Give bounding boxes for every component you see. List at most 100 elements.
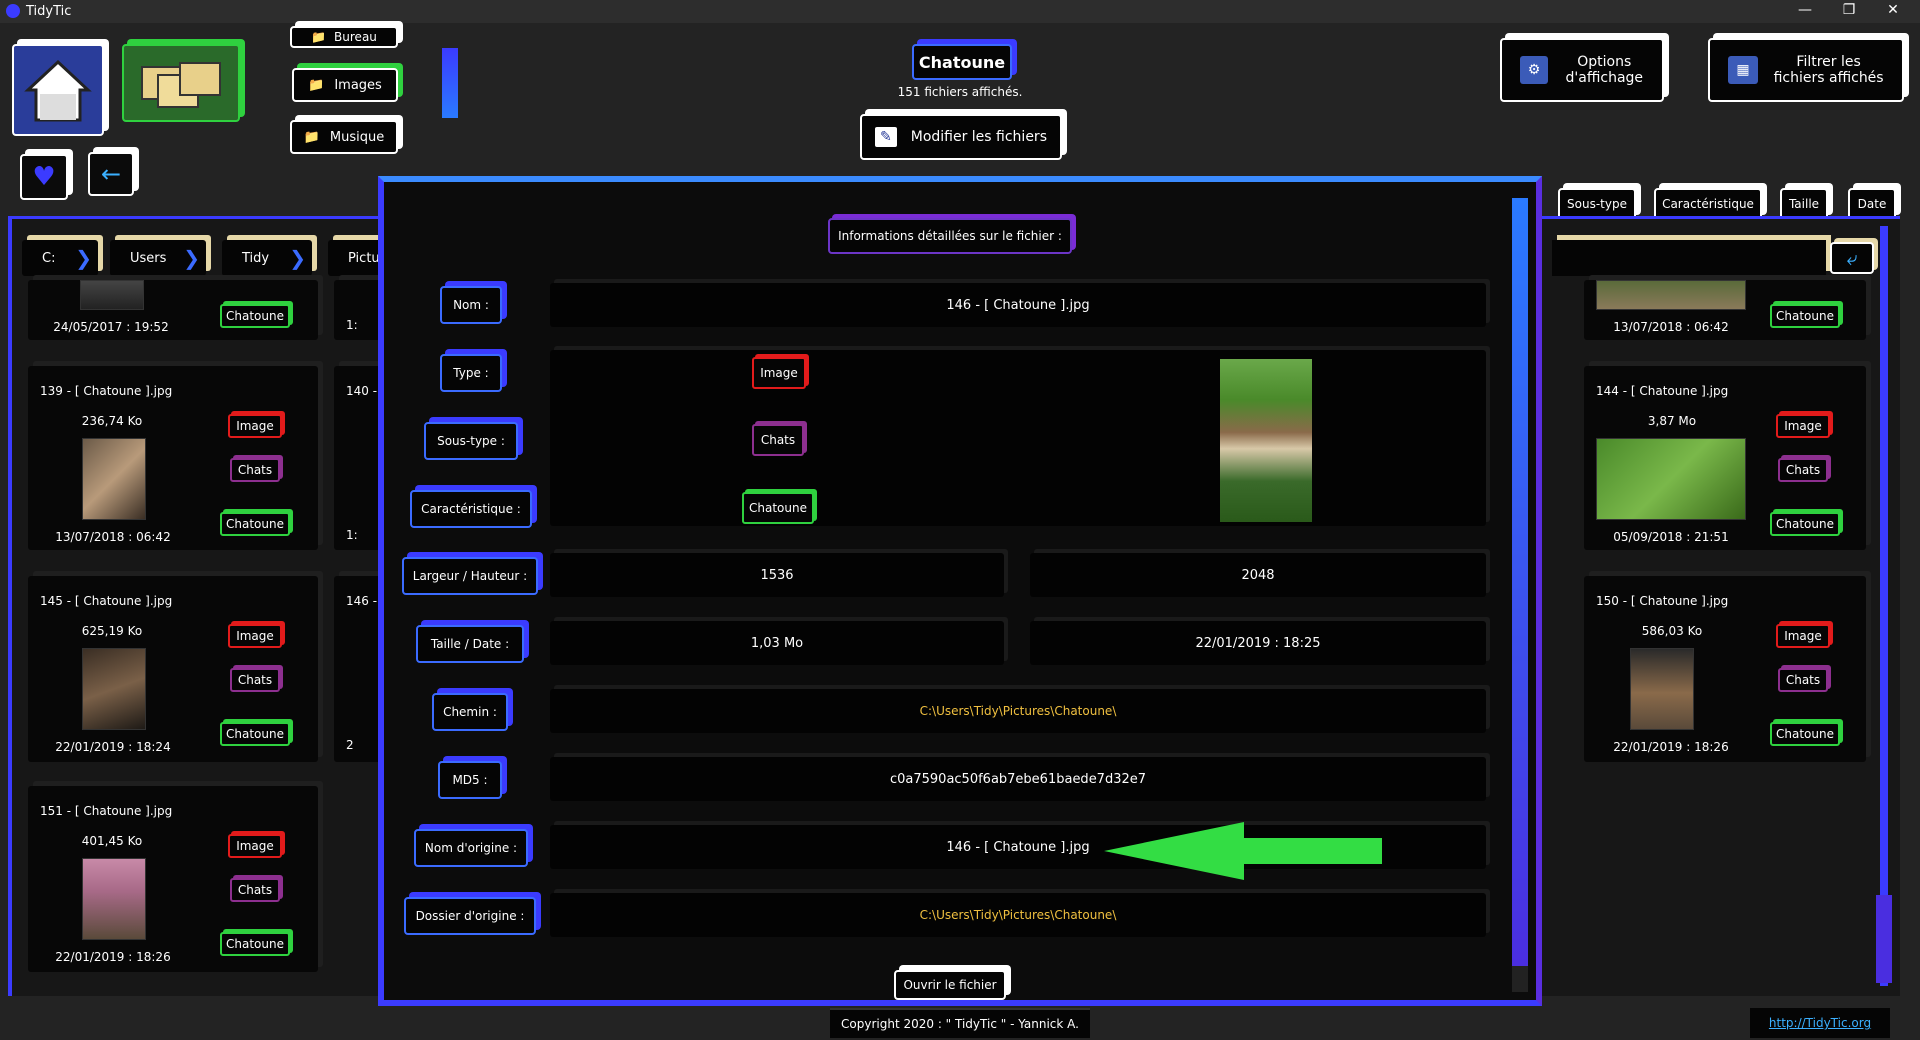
label-subtype: Sous-type :: [424, 422, 518, 460]
tag-feature[interactable]: Chatoune: [220, 932, 290, 956]
dialog-scrollbar[interactable]: [1512, 198, 1528, 966]
dialog-title: Informations détaillées sur le fichier :: [828, 218, 1072, 254]
tag-type[interactable]: Image: [1776, 414, 1830, 438]
value-height: 2048: [1030, 553, 1486, 597]
card-filename: 151 - [ Chatoune ].jpg: [40, 804, 173, 818]
home-icon: [24, 59, 92, 122]
folder-desktop-button[interactable]: 📁 Bureau: [290, 26, 398, 48]
file-card[interactable]: 24/05/2017 : 19:52 Chatoune: [28, 280, 318, 340]
tag-type[interactable]: Image: [228, 834, 282, 858]
file-card[interactable]: 145 - [ Chatoune ].jpg 625,19 Ko 22/01/2…: [28, 576, 318, 762]
restore-icon[interactable]: ❐: [1834, 2, 1864, 18]
value-subtype[interactable]: Chats: [752, 424, 804, 456]
filter-icon: ▦: [1728, 56, 1758, 84]
footer-copyright: Copyright 2020 : " TidyTic " - Yannick A…: [830, 1008, 1090, 1038]
filter-files-label: Filtrer les fichiers affichés: [1773, 54, 1884, 86]
breadcrumb-item[interactable]: Tidy ❯: [222, 240, 312, 276]
title-bar: TidyTic — ❐ ✕: [0, 0, 1920, 23]
minimize-icon[interactable]: —: [1790, 2, 1820, 18]
card-date: 1:: [346, 318, 358, 332]
tag-type[interactable]: Image: [228, 414, 282, 438]
website-link[interactable]: http://TidyTic.org: [1750, 1008, 1890, 1038]
chevron-right-icon: ❯: [183, 246, 200, 270]
folders-view-button[interactable]: [122, 44, 240, 122]
label-path: Chemin :: [432, 693, 508, 731]
breadcrumb-item[interactable]: Users ❯: [110, 240, 206, 276]
folder-music-button[interactable]: 📁 Musique: [290, 120, 398, 154]
card-filename: 150 - [ Chatoune ].jpg: [1596, 594, 1729, 608]
breadcrumb-label: Pictu: [348, 250, 380, 266]
folder-scrollbar[interactable]: [442, 48, 458, 118]
dialog-scrollbar-track: [1512, 966, 1528, 992]
open-file-button[interactable]: Ouvrir le fichier: [894, 970, 1006, 1000]
thumbnail-image: [80, 280, 144, 310]
thumbnail-image: [82, 438, 146, 520]
close-icon[interactable]: ✕: [1878, 2, 1908, 18]
tag-feature[interactable]: Chatoune: [220, 512, 290, 536]
label-md5: MD5 :: [438, 761, 502, 799]
card-filename: 144 - [ Chatoune ].jpg: [1596, 384, 1729, 398]
search-path-bar[interactable]: [1552, 240, 1826, 276]
tag-subtype[interactable]: Chats: [230, 668, 280, 692]
file-card[interactable]: 151 - [ Chatoune ].jpg 401,45 Ko 22/01/2…: [28, 786, 318, 972]
tag-type[interactable]: Image: [228, 624, 282, 648]
tag-feature[interactable]: Chatoune: [1770, 304, 1840, 328]
label-feature: Caractéristique :: [410, 490, 532, 528]
card-size: 236,74 Ko: [81, 414, 143, 428]
tag-feature[interactable]: Chatoune: [1770, 512, 1840, 536]
label-original-name: Nom d'origine :: [414, 829, 528, 867]
folder-desktop-label: Bureau: [334, 30, 377, 44]
app-logo-icon: [6, 4, 20, 18]
card-size: 401,45 Ko: [81, 834, 143, 848]
value-type-block: [550, 350, 1486, 526]
collection-title: Chatoune: [912, 44, 1012, 80]
favorites-button[interactable]: ♥: [20, 154, 68, 200]
tag-subtype[interactable]: Chats: [230, 458, 280, 482]
folder-icon: 📁: [308, 77, 325, 93]
back-button[interactable]: ←: [88, 152, 134, 196]
card-date: 1:: [346, 528, 358, 542]
breadcrumb-label: Tidy: [242, 250, 270, 266]
grid-scrollbar-thumb[interactable]: [1876, 895, 1892, 983]
card-date: 24/05/2017 : 19:52: [53, 320, 169, 334]
value-name: 146 - [ Chatoune ].jpg: [550, 283, 1486, 327]
card-date: 13/07/2018 : 06:42: [1613, 320, 1729, 334]
thumbnail-image: [1596, 438, 1746, 520]
file-card[interactable]: 13/07/2018 : 06:42 Chatoune: [1584, 280, 1866, 340]
label-type: Type :: [440, 354, 502, 392]
tag-subtype[interactable]: Chats: [230, 878, 280, 902]
card-date: 22/01/2019 : 18:26: [1613, 740, 1729, 754]
value-type[interactable]: Image: [752, 357, 806, 389]
settings-screen-icon: ⚙: [1519, 56, 1549, 84]
card-size: 625,19 Ko: [81, 624, 143, 638]
filter-files-button[interactable]: ▦ Filtrer les fichiers affichés: [1708, 38, 1904, 102]
folder-icon: 📁: [311, 30, 327, 44]
label-size-date: Taille / Date :: [416, 625, 524, 663]
panel-right-border: [1880, 226, 1888, 986]
heart-icon: ♥: [32, 162, 56, 192]
folders-icon: [141, 62, 221, 108]
value-feature[interactable]: Chatoune: [742, 492, 814, 524]
home-button[interactable]: [12, 44, 104, 136]
tag-subtype[interactable]: Chats: [1778, 458, 1828, 482]
tag-feature[interactable]: Chatoune: [220, 722, 290, 746]
tag-feature[interactable]: Chatoune: [220, 304, 290, 328]
thumbnail-image: [1596, 280, 1746, 310]
edit-files-button[interactable]: ✎ Modifier les fichiers: [860, 114, 1062, 160]
thumbnail-image: [1630, 648, 1694, 730]
file-card[interactable]: 139 - [ Chatoune ].jpg 236,74 Ko 13/07/2…: [28, 366, 318, 550]
display-options-button[interactable]: ⚙ Options d'affichage: [1500, 38, 1664, 102]
card-date: 2: [346, 738, 354, 752]
tag-subtype[interactable]: Chats: [1778, 668, 1828, 692]
tag-feature[interactable]: Chatoune: [1770, 722, 1840, 746]
breadcrumb-item[interactable]: C: ❯: [22, 240, 98, 276]
undo-button[interactable]: ⤶: [1830, 242, 1874, 274]
chevron-right-icon: ❯: [75, 246, 92, 270]
tag-type[interactable]: Image: [1776, 624, 1830, 648]
file-card[interactable]: 150 - [ Chatoune ].jpg 586,03 Ko 22/01/2…: [1584, 576, 1866, 762]
label-original-folder: Dossier d'origine :: [404, 897, 536, 935]
value-md5: c0a7590ac50f6ab7ebe61baede7d32e7: [550, 757, 1486, 801]
folder-images-button[interactable]: 📁 Images: [292, 68, 398, 102]
file-card[interactable]: 144 - [ Chatoune ].jpg 3,87 Mo 05/09/201…: [1584, 366, 1866, 550]
arrow-left-icon: ←: [100, 160, 122, 188]
